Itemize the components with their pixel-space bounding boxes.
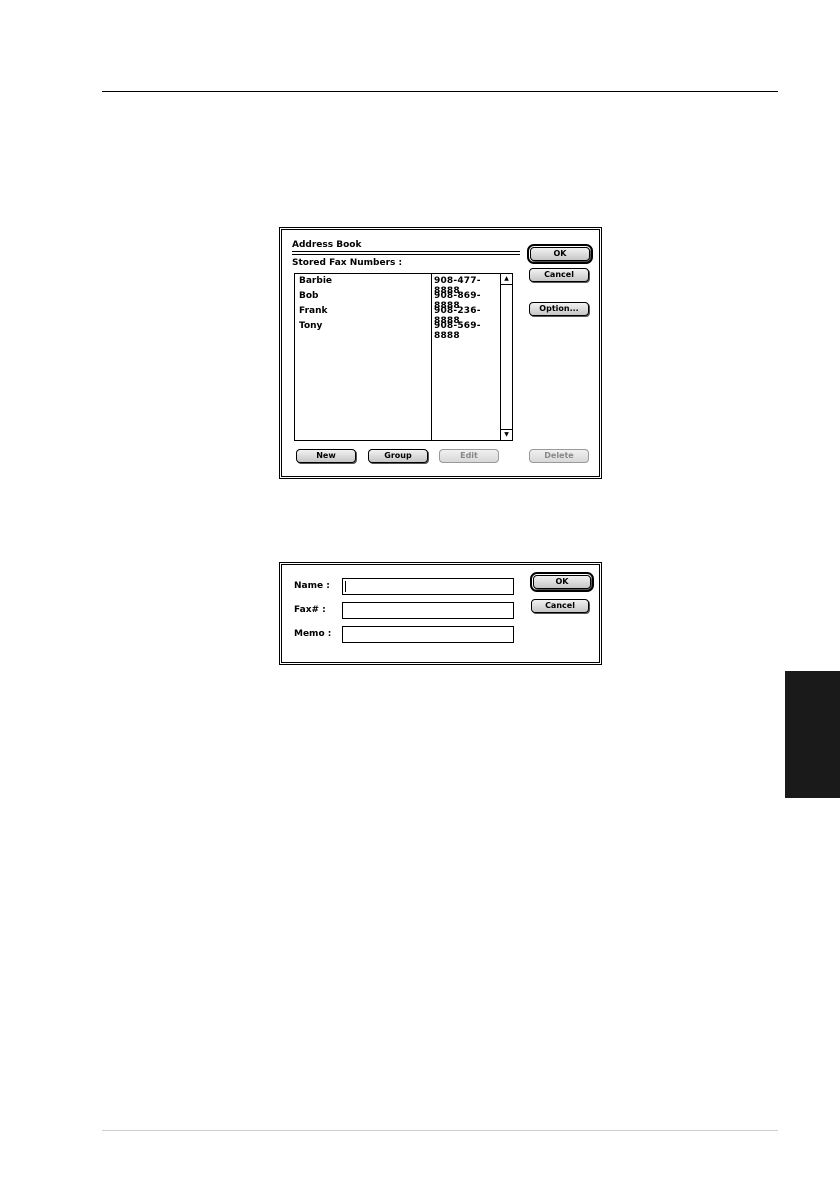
scroll-down-arrow-icon[interactable]: ▼ — [501, 429, 512, 440]
fax-number-field[interactable] — [342, 602, 514, 619]
ok-button[interactable]: OK — [527, 244, 593, 264]
page-header-rule — [102, 91, 778, 92]
page-footer-rule — [102, 1130, 778, 1131]
title-rule-1 — [292, 251, 520, 252]
entry-name: Frank — [299, 306, 328, 316]
name-field[interactable] — [342, 578, 514, 595]
entry-name: Barbie — [299, 276, 333, 286]
title-rule-2 — [292, 254, 520, 255]
fax-label: Fax# : — [294, 605, 326, 615]
entry-name: Tony — [299, 321, 323, 331]
list-item[interactable]: Barbie 908-477-8888 — [295, 274, 500, 296]
text-caret — [345, 581, 346, 592]
group-button[interactable]: Group — [368, 449, 428, 463]
memo-field[interactable] — [342, 626, 514, 643]
list-item[interactable]: Frank 908-236-8888 — [295, 304, 500, 326]
cancel-button[interactable]: Cancel — [531, 599, 589, 613]
entry-name: Bob — [299, 291, 319, 301]
list-item[interactable]: Bob 908-869-8888 — [295, 289, 500, 311]
new-button[interactable]: New — [296, 449, 356, 463]
chapter-thumb-tab — [785, 671, 840, 798]
dialog-title: Address Book — [292, 240, 362, 250]
list-item[interactable]: Tony 908-569-8888 — [295, 319, 500, 341]
address-book-dialog: Address Book Stored Fax Numbers : Barbie… — [279, 227, 602, 479]
edit-button[interactable]: Edit — [439, 449, 499, 463]
ok-button[interactable]: OK — [530, 572, 594, 592]
name-label: Name : — [294, 581, 330, 591]
new-entry-dialog: Name : Fax# : Memo : OK Cancel — [279, 562, 602, 665]
list-scrollbar[interactable]: ▲ ▼ — [500, 274, 512, 440]
fax-number-list[interactable]: Barbie 908-477-8888 Bob 908-869-8888 Fra… — [294, 273, 513, 441]
entry-fax: 908-569-8888 — [434, 321, 481, 341]
memo-label: Memo : — [294, 629, 332, 639]
cancel-button[interactable]: Cancel — [529, 268, 589, 282]
option-button[interactable]: Option... — [529, 302, 589, 316]
delete-button[interactable]: Delete — [529, 449, 589, 463]
stored-fax-numbers-label: Stored Fax Numbers : — [292, 258, 403, 268]
scroll-up-arrow-icon[interactable]: ▲ — [501, 274, 512, 285]
